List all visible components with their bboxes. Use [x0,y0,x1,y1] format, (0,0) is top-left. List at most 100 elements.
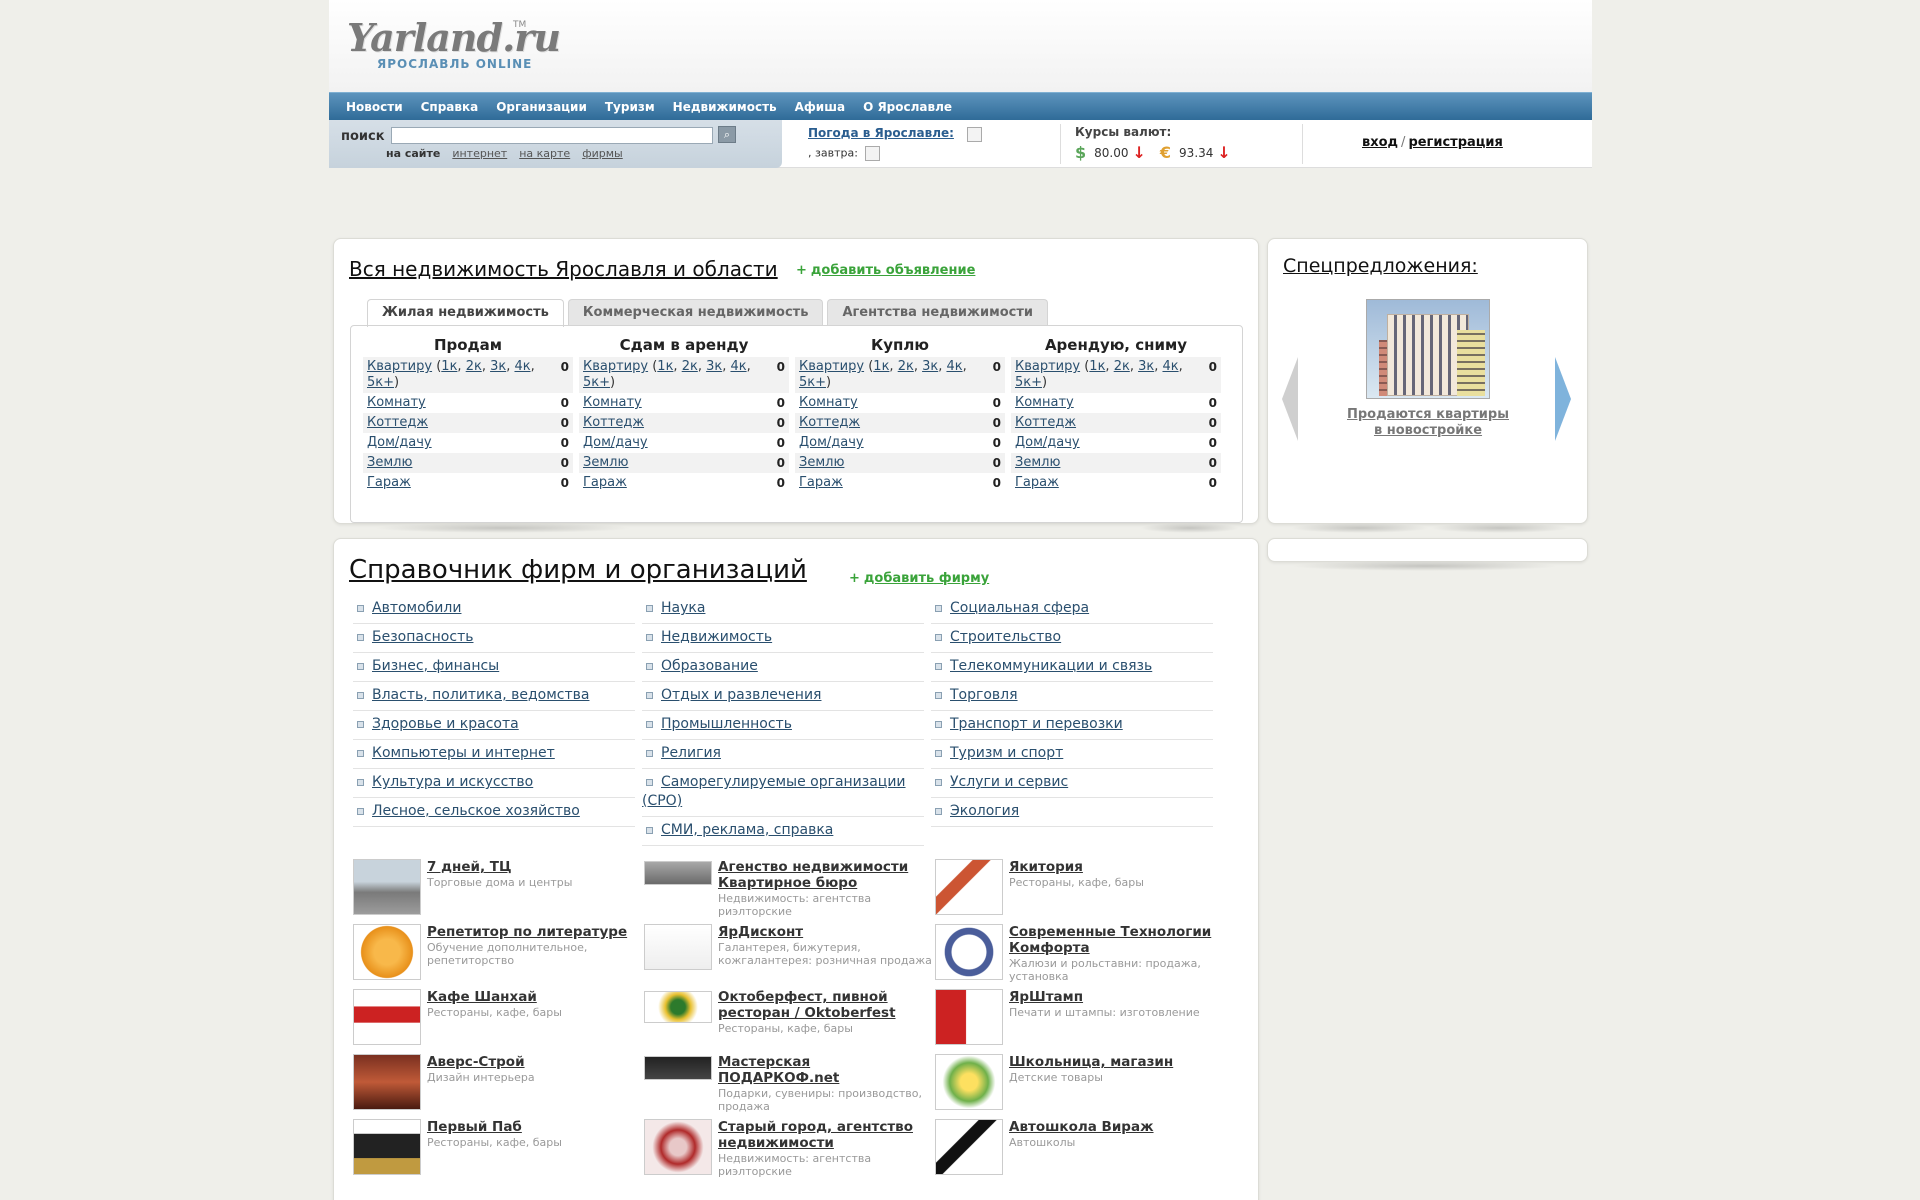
room-count-link[interactable]: 4к [1162,359,1178,374]
firm-name-link[interactable]: Кафе Шанхай [427,989,644,1005]
search-button-icon[interactable]: ⌕ [718,126,736,143]
room-count-link[interactable]: 1к [657,359,673,374]
firm-logo-image[interactable] [935,1119,1003,1175]
category-link[interactable]: Недвижимость [661,629,772,645]
firm-logo-image[interactable] [353,1054,421,1110]
firm-name-link[interactable]: Школьница, магазин [1009,1054,1215,1070]
category-link[interactable]: Образование [661,658,758,674]
firm-logo-image[interactable] [935,859,1003,915]
nav-item-news[interactable]: Новости [346,100,403,114]
nav-item-reference[interactable]: Справка [421,100,479,114]
room-count-link[interactable]: 5к+ [1015,375,1042,390]
firm-name-link[interactable]: Автошкола Вираж [1009,1119,1215,1135]
realty-type-link[interactable]: Землю [583,455,628,470]
category-link[interactable]: Культура и искусство [372,774,533,790]
login-link[interactable]: вход [1362,135,1398,150]
realty-type-link[interactable]: Коттедж [799,415,860,430]
category-link[interactable]: Отдых и развлечения [661,687,821,703]
category-link[interactable]: Промышленность [661,716,792,732]
realty-type-link[interactable]: Комнату [1015,395,1074,410]
category-link[interactable]: Строительство [950,629,1061,645]
firm-name-link[interactable]: Агенство недвижимости Квартирное бюро [718,859,935,891]
category-link[interactable]: Автомобили [372,600,461,616]
directory-title[interactable]: Справочник фирм и организаций [349,555,807,585]
room-count-link[interactable]: 3к [706,359,722,374]
category-link[interactable]: Компьютеры и интернет [372,745,555,761]
firm-logo-image[interactable] [644,991,712,1023]
realty-title[interactable]: Вся недвижимость Ярославля и области [349,257,778,281]
room-count-link[interactable]: 3к [1138,359,1154,374]
nav-item-organizations[interactable]: Организации [496,100,587,114]
firm-name-link[interactable]: ЯрДисконт [718,924,935,940]
firm-name-link[interactable]: Мастерская ПОДАРКОФ.net [718,1054,935,1086]
realty-type-link[interactable]: Квартиру [799,359,864,374]
arrow-left-icon[interactable] [1282,357,1298,441]
room-count-link[interactable]: 2к [1114,359,1130,374]
realty-type-link[interactable]: Квартиру [1015,359,1080,374]
realty-type-link[interactable]: Комнату [799,395,858,410]
realty-type-link[interactable]: Гараж [1015,475,1059,490]
firm-logo-image[interactable] [935,1054,1003,1110]
category-link[interactable]: Торговля [950,687,1018,703]
nav-item-tourism[interactable]: Туризм [605,100,655,114]
category-link[interactable]: Услуги и сервис [950,774,1068,790]
realty-type-link[interactable]: Гараж [799,475,843,490]
realty-type-link[interactable]: Дом/дачу [799,435,864,450]
site-logo[interactable]: Yarland.ru TM ЯРОСЛАВЛЬ ONLINE [347,18,561,71]
arrow-right-icon[interactable] [1555,357,1571,441]
room-count-link[interactable]: 2к [898,359,914,374]
firm-logo-image[interactable] [644,861,712,885]
room-count-link[interactable]: 2к [466,359,482,374]
realty-type-link[interactable]: Коттедж [367,415,428,430]
category-link[interactable]: Телекоммуникации и связь [950,658,1152,674]
firm-name-link[interactable]: ЯрШтамп [1009,989,1215,1005]
nav-item-about[interactable]: О Ярославле [863,100,952,114]
realty-type-link[interactable]: Гараж [367,475,411,490]
realty-type-link[interactable]: Комнату [367,395,426,410]
search-scope-firms[interactable]: фирмы [582,147,623,160]
search-scope-internet[interactable]: интернет [452,147,507,160]
firm-logo-image[interactable] [935,924,1003,980]
firm-name-link[interactable]: Старый город, агентство недвижимости [718,1119,935,1151]
room-count-link[interactable]: 3к [922,359,938,374]
nav-item-realty[interactable]: Недвижимость [673,100,777,114]
register-link[interactable]: регистрация [1408,135,1502,150]
category-link[interactable]: Саморегулируемые организации (СРО) [642,774,906,809]
firm-name-link[interactable]: Репетитор по литературе [427,924,644,940]
room-count-link[interactable]: 5к+ [367,375,394,390]
search-input[interactable] [391,127,713,144]
category-link[interactable]: Бизнес, финансы [372,658,499,674]
room-count-link[interactable]: 1к [1089,359,1105,374]
room-count-link[interactable]: 1к [873,359,889,374]
tab-residential[interactable]: Жилая недвижимость [367,299,564,327]
firm-name-link[interactable]: 7 дней, ТЦ [427,859,644,875]
firm-name-link[interactable]: Октоберфест, пивной ресторан / Oktoberfe… [718,989,935,1021]
realty-type-link[interactable]: Коттедж [1015,415,1076,430]
category-link[interactable]: Транспорт и перевозки [950,716,1123,732]
room-count-link[interactable]: 4к [514,359,530,374]
room-count-link[interactable]: 5к+ [583,375,610,390]
add-firm-button[interactable]: + добавить фирму [849,571,989,586]
room-count-link[interactable]: 2к [682,359,698,374]
realty-type-link[interactable]: Дом/дачу [367,435,432,450]
realty-type-link[interactable]: Коттедж [583,415,644,430]
firm-logo-image[interactable] [353,924,421,980]
category-link[interactable]: Экология [950,803,1019,819]
category-link[interactable]: Власть, политика, ведомства [372,687,589,703]
weather-link[interactable]: Погода в Ярославле: [808,126,954,140]
firm-name-link[interactable]: Якитория [1009,859,1215,875]
category-link[interactable]: Религия [661,745,721,761]
category-link[interactable]: Туризм и спорт [950,745,1063,761]
firm-logo-image[interactable] [644,1056,712,1080]
category-link[interactable]: Лесное, сельское хозяйство [372,803,580,819]
add-listing-button[interactable]: + добавить объявление [796,263,975,278]
room-count-link[interactable]: 3к [490,359,506,374]
room-count-link[interactable]: 4к [946,359,962,374]
realty-type-link[interactable]: Квартиру [367,359,432,374]
tab-agencies[interactable]: Агентства недвижимости [827,299,1048,326]
realty-type-link[interactable]: Квартиру [583,359,648,374]
nav-item-afisha[interactable]: Афиша [795,100,845,114]
firm-name-link[interactable]: Современные Технологии Комфорта [1009,924,1215,956]
realty-type-link[interactable]: Землю [367,455,412,470]
firm-logo-image[interactable] [935,989,1003,1045]
